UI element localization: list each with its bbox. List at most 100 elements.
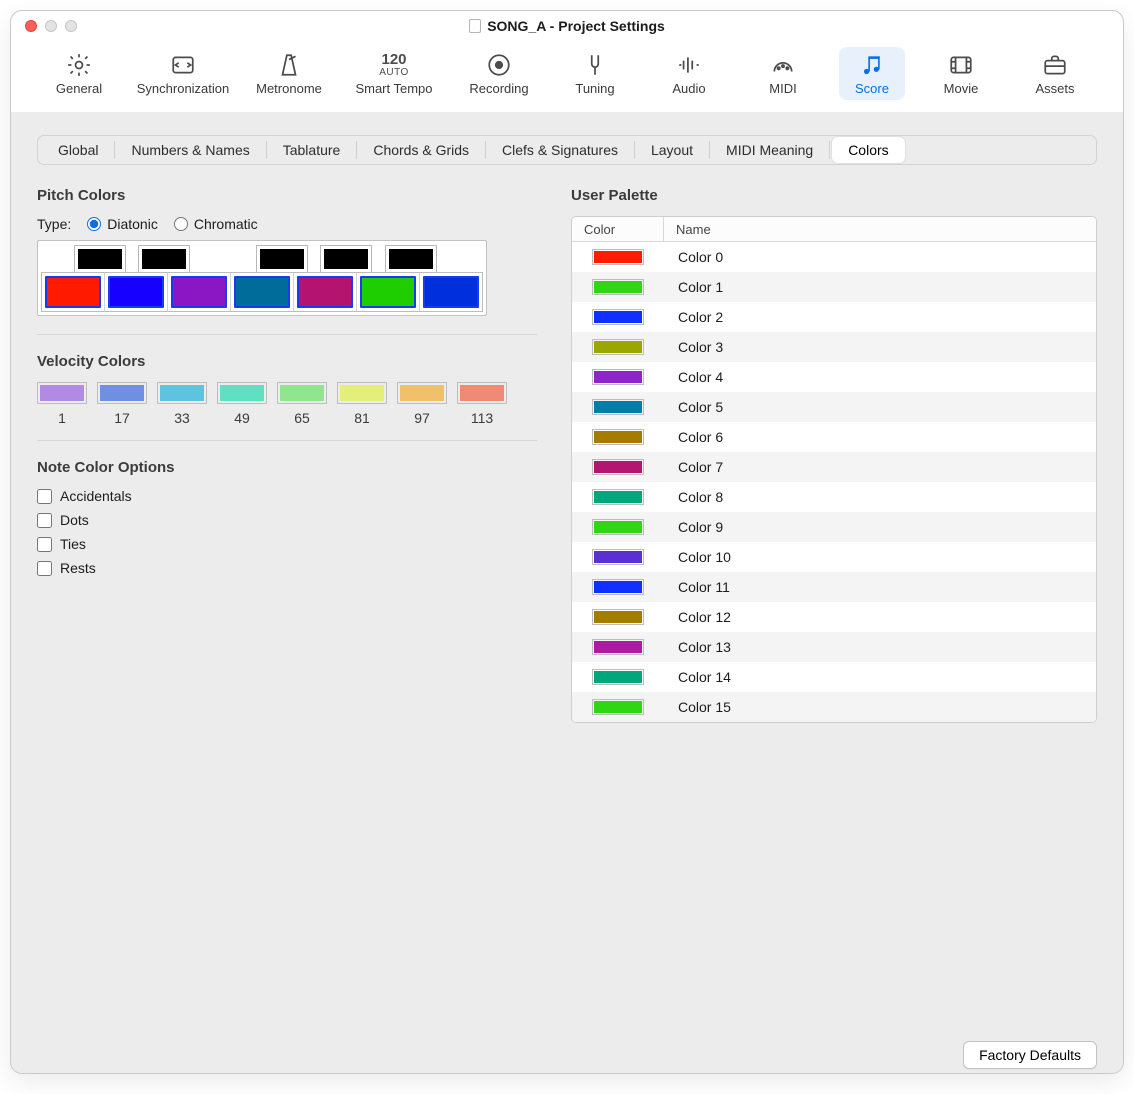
radio-diatonic[interactable]: Diatonic [87, 216, 158, 232]
palette-row[interactable]: Color 5 [572, 392, 1096, 422]
palette-row[interactable]: Color 15 [572, 692, 1096, 722]
pitch-black-key[interactable] [138, 245, 190, 273]
palette-color-name[interactable]: Color 8 [664, 489, 1096, 505]
pitch-white-key[interactable] [357, 273, 420, 311]
palette-swatch-cell[interactable] [572, 369, 664, 385]
palette-row[interactable]: Color 0 [572, 242, 1096, 272]
toolbar-movie[interactable]: Movie [923, 47, 999, 100]
subtab-midi-meaning[interactable]: MIDI Meaning [710, 142, 829, 158]
palette-row[interactable]: Color 2 [572, 302, 1096, 332]
subtab-chords-grids[interactable]: Chords & Grids [357, 142, 485, 158]
pitch-white-key[interactable] [105, 273, 168, 311]
toolbar-assets[interactable]: Assets [1017, 47, 1093, 100]
subtab-colors[interactable]: Colors [832, 137, 904, 163]
palette-swatch-cell[interactable] [572, 579, 664, 595]
toolbar-smart-tempo[interactable]: 120 AUTO Smart Tempo [347, 47, 441, 100]
palette-row[interactable]: Color 1 [572, 272, 1096, 302]
note-option-dots[interactable]: Dots [37, 512, 537, 528]
palette-color-name[interactable]: Color 0 [664, 249, 1096, 265]
subtab-numbers-names[interactable]: Numbers & Names [115, 142, 265, 158]
palette-row[interactable]: Color 14 [572, 662, 1096, 692]
palette-color-name[interactable]: Color 2 [664, 309, 1096, 325]
palette-swatch-cell[interactable] [572, 519, 664, 535]
checkbox[interactable] [37, 561, 52, 576]
radio-chromatic[interactable]: Chromatic [174, 216, 258, 232]
toolbar-metronome[interactable]: Metronome [249, 47, 329, 100]
palette-swatch-cell[interactable] [572, 309, 664, 325]
velocity-swatch[interactable]: 81 [337, 382, 387, 426]
factory-defaults-button[interactable]: Factory Defaults [963, 1041, 1097, 1069]
palette-row[interactable]: Color 4 [572, 362, 1096, 392]
palette-color-name[interactable]: Color 15 [664, 699, 1096, 715]
palette-swatch-cell[interactable] [572, 609, 664, 625]
velocity-swatch[interactable]: 33 [157, 382, 207, 426]
palette-swatch-cell[interactable] [572, 489, 664, 505]
palette-color-name[interactable]: Color 13 [664, 639, 1096, 655]
checkbox[interactable] [37, 537, 52, 552]
velocity-swatch[interactable]: 113 [457, 382, 507, 426]
velocity-swatch[interactable]: 97 [397, 382, 447, 426]
subtab-tablature[interactable]: Tablature [267, 142, 357, 158]
palette-row[interactable]: Color 13 [572, 632, 1096, 662]
zoom-window-button[interactable] [65, 20, 77, 32]
palette-swatch-cell[interactable] [572, 279, 664, 295]
palette-swatch-cell[interactable] [572, 339, 664, 355]
palette-swatch-cell[interactable] [572, 459, 664, 475]
palette-row[interactable]: Color 12 [572, 602, 1096, 632]
velocity-swatch[interactable]: 65 [277, 382, 327, 426]
velocity-swatch[interactable]: 49 [217, 382, 267, 426]
palette-color-name[interactable]: Color 7 [664, 459, 1096, 475]
palette-header-name[interactable]: Name [664, 217, 1096, 241]
pitch-white-key[interactable] [42, 273, 105, 311]
palette-row[interactable]: Color 10 [572, 542, 1096, 572]
palette-header-color[interactable]: Color [572, 217, 664, 241]
subtab-layout[interactable]: Layout [635, 142, 709, 158]
toolbar-midi[interactable]: MIDI [745, 47, 821, 100]
checkbox[interactable] [37, 489, 52, 504]
palette-row[interactable]: Color 9 [572, 512, 1096, 542]
pitch-white-key[interactable] [294, 273, 357, 311]
palette-swatch-cell[interactable] [572, 249, 664, 265]
toolbar-tuning[interactable]: Tuning [557, 47, 633, 100]
palette-color-name[interactable]: Color 9 [664, 519, 1096, 535]
pitch-white-key[interactable] [168, 273, 231, 311]
checkbox[interactable] [37, 513, 52, 528]
subtab-global[interactable]: Global [42, 142, 114, 158]
palette-row[interactable]: Color 7 [572, 452, 1096, 482]
velocity-swatch[interactable]: 17 [97, 382, 147, 426]
subtab-clefs-signatures[interactable]: Clefs & Signatures [486, 142, 634, 158]
palette-color-name[interactable]: Color 6 [664, 429, 1096, 445]
palette-color-name[interactable]: Color 4 [664, 369, 1096, 385]
pitch-black-key[interactable] [256, 245, 308, 273]
note-option-ties[interactable]: Ties [37, 536, 537, 552]
toolbar-general[interactable]: General [41, 47, 117, 100]
toolbar-recording[interactable]: Recording [459, 47, 539, 100]
palette-swatch-cell[interactable] [572, 639, 664, 655]
radio-chromatic-input[interactable] [174, 217, 188, 231]
pitch-white-key[interactable] [231, 273, 294, 311]
note-option-rests[interactable]: Rests [37, 560, 537, 576]
toolbar-score[interactable]: Score [839, 47, 905, 100]
pitch-black-key[interactable] [74, 245, 126, 273]
palette-color-name[interactable]: Color 5 [664, 399, 1096, 415]
palette-row[interactable]: Color 11 [572, 572, 1096, 602]
palette-row[interactable]: Color 8 [572, 482, 1096, 512]
velocity-swatch[interactable]: 1 [37, 382, 87, 426]
palette-swatch-cell[interactable] [572, 399, 664, 415]
palette-row[interactable]: Color 3 [572, 332, 1096, 362]
toolbar-synchronization[interactable]: Synchronization [135, 47, 231, 100]
palette-color-name[interactable]: Color 11 [664, 579, 1096, 595]
palette-color-name[interactable]: Color 12 [664, 609, 1096, 625]
palette-color-name[interactable]: Color 3 [664, 339, 1096, 355]
radio-diatonic-input[interactable] [87, 217, 101, 231]
pitch-black-key[interactable] [385, 245, 437, 273]
toolbar-audio[interactable]: Audio [651, 47, 727, 100]
palette-swatch-cell[interactable] [572, 669, 664, 685]
palette-color-name[interactable]: Color 1 [664, 279, 1096, 295]
note-option-accidentals[interactable]: Accidentals [37, 488, 537, 504]
close-window-button[interactable] [25, 20, 37, 32]
palette-color-name[interactable]: Color 10 [664, 549, 1096, 565]
pitch-black-key[interactable] [320, 245, 372, 273]
minimize-window-button[interactable] [45, 20, 57, 32]
palette-swatch-cell[interactable] [572, 699, 664, 715]
